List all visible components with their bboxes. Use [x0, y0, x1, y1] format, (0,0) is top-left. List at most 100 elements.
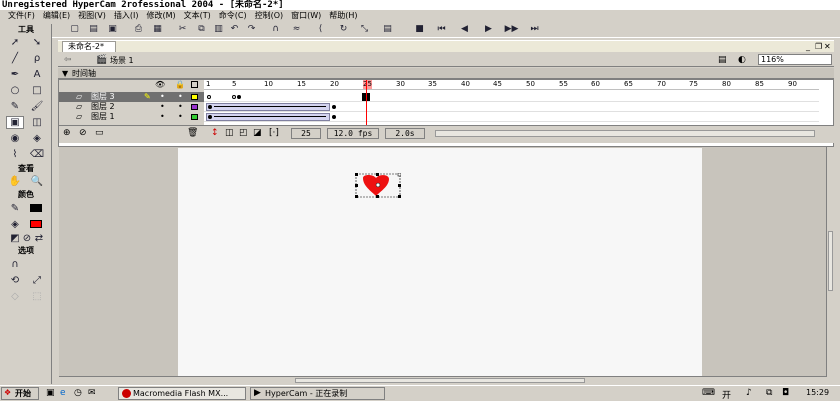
snap-magnet-icon[interactable]: ∩ [6, 258, 24, 271]
visibility-dot[interactable]: • [160, 112, 165, 122]
print-icon[interactable]: ⎙ [132, 23, 145, 35]
keyframe[interactable] [332, 105, 336, 109]
tray-keyboard-icon[interactable]: ⌨ [702, 388, 715, 398]
empty-keyframe[interactable] [207, 95, 211, 99]
keyframe[interactable] [237, 95, 241, 99]
quicklaunch-mail-icon[interactable]: ✉ [88, 388, 96, 398]
modify-markers-icon[interactable]: [·] [269, 128, 279, 138]
step-forward-icon[interactable]: ▶▶ [505, 23, 519, 35]
layer-color-swatch[interactable] [191, 104, 198, 110]
magnet-icon[interactable]: ∩ [269, 23, 282, 35]
stage[interactable] [178, 148, 702, 376]
quicklaunch-ie-icon[interactable]: e [60, 388, 66, 398]
copy-icon[interactable]: ⧉ [195, 23, 208, 35]
stop-icon[interactable]: ■ [413, 23, 426, 35]
straighten-icon[interactable]: ⟨ [314, 23, 327, 35]
pencil-tool-icon[interactable]: ✎ [6, 100, 24, 113]
smooth-icon[interactable]: ≈ [290, 23, 303, 35]
brush-tool-icon[interactable]: 🖌 [28, 100, 46, 113]
keyframe[interactable] [208, 115, 212, 119]
paint-bucket-tool-icon[interactable]: ◈ [28, 132, 46, 145]
free-transform-tool-icon[interactable]: ▣ [6, 116, 24, 129]
lock-dot[interactable]: • [178, 92, 183, 102]
fill-transform-tool-icon[interactable]: ◫ [28, 116, 46, 129]
ink-bottle-tool-icon[interactable]: ◉ [6, 132, 24, 145]
rewind-icon[interactable]: ⏮ [435, 23, 448, 35]
layer-row-3[interactable]: ▱ 图层 3 ✎ • • [59, 92, 204, 102]
zoom-tool-icon[interactable]: 🔍 [28, 175, 46, 188]
menu-window[interactable]: 窗口(W) [287, 10, 325, 21]
oval-tool-icon[interactable]: ○ [6, 84, 24, 97]
onion-outline-icon[interactable]: ◰ [239, 128, 248, 138]
keyframe[interactable] [332, 115, 336, 119]
undo-icon[interactable]: ↶ [228, 23, 241, 35]
scale-icon[interactable]: ⤡ [358, 23, 371, 35]
tween-span[interactable] [206, 103, 330, 111]
tray-network-icon[interactable]: ⧉ [766, 388, 772, 398]
center-frame-icon[interactable]: ↕ [211, 128, 219, 138]
menu-file[interactable]: 文件(F) [4, 10, 39, 21]
go-to-end-icon[interactable]: ⏭ [528, 23, 541, 35]
frame-ruler[interactable]: 1 5 10 15 20 25 30 35 40 45 50 55 60 65 … [204, 80, 819, 90]
rotate-skew-option-icon[interactable]: ⟲ [6, 274, 24, 287]
arrow-tool-icon[interactable]: ➚ [6, 36, 24, 49]
empty-keyframe[interactable] [232, 95, 236, 99]
edit-symbols-icon[interactable]: ◐ [738, 55, 746, 65]
stage-v-scrollbar[interactable] [826, 147, 834, 377]
tray-input-method-icon[interactable]: 开 [722, 388, 731, 401]
visibility-dot[interactable]: • [160, 92, 165, 102]
back-arrow-icon[interactable]: ⇦ [64, 55, 72, 65]
step-back-icon[interactable]: ◀ [458, 23, 471, 35]
swap-colors-icon[interactable]: ⇄ [30, 232, 48, 245]
pen-tool-icon[interactable]: ✒ [6, 68, 24, 81]
scale-option-icon[interactable]: ⤢ [28, 274, 46, 287]
selected-heart-shape[interactable] [355, 172, 402, 198]
menu-commands[interactable]: 命令(C) [215, 10, 251, 21]
text-tool-icon[interactable]: A [28, 68, 46, 81]
task-flash[interactable]: Macromedia Flash MX... [118, 387, 246, 400]
outline-icon[interactable] [191, 81, 198, 88]
paste-icon[interactable]: ▥ [212, 23, 225, 35]
rotate-icon[interactable]: ↻ [337, 23, 350, 35]
edit-multiple-frames-icon[interactable]: ◪ [253, 128, 262, 138]
lock-icon[interactable]: 🔒 [175, 80, 185, 90]
menu-view[interactable]: 视图(V) [74, 10, 110, 21]
menu-insert[interactable]: 插入(I) [110, 10, 143, 21]
lock-dot[interactable]: • [178, 102, 183, 112]
save-icon[interactable]: ▣ [106, 23, 119, 35]
fill-color-swatch[interactable] [30, 220, 42, 228]
insert-layer-icon[interactable]: ⊕ [63, 128, 71, 138]
cut-icon[interactable]: ✂ [176, 23, 189, 35]
stage-h-scrollbar[interactable] [59, 376, 827, 384]
print-preview-icon[interactable]: ▦ [151, 23, 164, 35]
lasso-tool-icon[interactable]: ρ [28, 52, 46, 65]
delete-layer-icon[interactable]: 🗑 [187, 128, 198, 138]
align-icon[interactable]: ▤ [381, 23, 394, 35]
collapse-arrow-icon[interactable]: ▼ [62, 68, 68, 79]
close-doc-icon[interactable]: ✕ [824, 42, 831, 51]
frame-row-layer-3[interactable] [204, 92, 819, 102]
restore-doc-icon[interactable]: ❐ [815, 42, 822, 51]
insert-folder-icon[interactable]: ▭ [95, 128, 104, 138]
task-hypercam[interactable]: HyperCam - 正在录制 [250, 387, 385, 400]
subselect-tool-icon[interactable]: ➘ [28, 36, 46, 49]
quicklaunch-media-icon[interactable]: ◷ [74, 388, 82, 398]
menu-control[interactable]: 控制(O) [251, 10, 288, 21]
layer-row-2[interactable]: ▱ 图层 2 • • [59, 102, 204, 112]
layer-color-swatch[interactable] [191, 94, 198, 100]
lock-dot[interactable]: • [178, 112, 183, 122]
document-tab[interactable]: 未命名-2* [62, 41, 116, 52]
edit-scene-icon[interactable]: ▤ [718, 55, 727, 65]
layer-color-swatch[interactable] [191, 114, 198, 120]
frame-row-layer-1[interactable] [204, 112, 819, 122]
hand-tool-icon[interactable]: ✋ [6, 175, 24, 188]
timeline-h-scrollbar[interactable] [435, 130, 815, 137]
line-tool-icon[interactable]: ╱ [6, 52, 24, 65]
stroke-color-swatch[interactable] [30, 204, 42, 212]
play-icon[interactable]: ▶ [482, 23, 495, 35]
add-guide-icon[interactable]: ⊘ [79, 128, 87, 138]
eyedropper-tool-icon[interactable]: ⌇ [6, 148, 24, 161]
onion-skin-icon[interactable]: ◫ [225, 128, 234, 138]
eye-icon[interactable]: 👁 [155, 80, 165, 90]
eraser-tool-icon[interactable]: ⌫ [28, 148, 46, 161]
